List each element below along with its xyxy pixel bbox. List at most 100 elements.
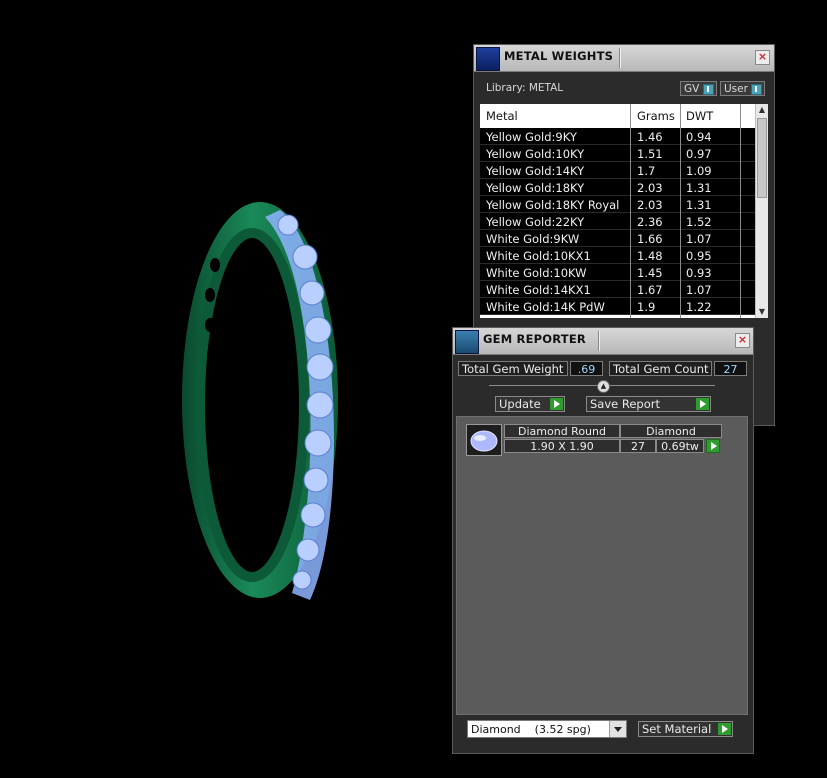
- gv-toggle[interactable]: GV: [680, 81, 717, 96]
- gem-detail-arrow-icon[interactable]: [706, 439, 720, 453]
- ring-model[interactable]: [170, 195, 360, 615]
- save-report-button[interactable]: Save Report: [586, 396, 711, 412]
- title-separator: [619, 48, 621, 68]
- table-header: Metal Grams DWT: [480, 104, 756, 128]
- dwt-cell: 1.07: [686, 283, 712, 297]
- grams-cell: 2.03: [637, 198, 663, 212]
- table-row[interactable]: White Gold:10KX1 1.48 0.95: [480, 247, 756, 264]
- dwt-cell: 1.52: [686, 215, 712, 229]
- total-gem-count-label: Total Gem Count: [609, 361, 712, 376]
- update-button[interactable]: Update: [495, 396, 565, 412]
- metal-cell: Yellow Gold:14KY: [486, 164, 585, 178]
- material-select[interactable]: Diamond (3.52 spg): [467, 720, 627, 738]
- gem-shape-cell: Diamond Round: [504, 424, 620, 438]
- table-row[interactable]: Yellow Gold:22KY 2.36 1.52: [480, 213, 756, 230]
- dwt-cell: 1.09: [686, 164, 712, 178]
- metal-weights-table[interactable]: Metal Grams DWT Yellow Gold:9KY 1.46 0.94 Y…: [480, 104, 768, 318]
- metal-cell: Yellow Gold:22KY: [486, 215, 585, 229]
- dwt-cell: 0.93: [686, 266, 712, 280]
- splitter-knob-icon[interactable]: ▲: [597, 380, 610, 393]
- app-logo-icon: [476, 47, 500, 71]
- set-material-button[interactable]: Set Material: [638, 721, 733, 737]
- grams-cell: 1.7: [637, 164, 656, 178]
- metal-weights-titlebar[interactable]: METAL WEIGHTS ×: [474, 45, 774, 72]
- play-arrow-icon: [718, 723, 731, 735]
- column-divider: [630, 104, 631, 318]
- dwt-cell: 1.31: [686, 198, 712, 212]
- dwt-cell: 1.22: [686, 300, 712, 314]
- table-row[interactable]: Yellow Gold:18KY Royal 2.03 1.31: [480, 196, 756, 213]
- gem-count-cell: 27: [620, 439, 656, 453]
- gem-list-area[interactable]: Diamond Round Diamond 1.90 X 1.90 27 0.6…: [456, 416, 748, 715]
- library-label: Library: METAL: [486, 82, 564, 94]
- gem-material-cell: Diamond: [620, 424, 722, 438]
- gem-reporter-logo-icon: [455, 330, 479, 354]
- table-row[interactable]: Yellow Gold:14KY 1.7 1.09: [480, 162, 756, 179]
- gem-weight-cell: 0.69tw: [656, 439, 704, 453]
- grams-cell: 1.66: [637, 232, 663, 246]
- gem-reporter-titlebar[interactable]: GEM REPORTER ×: [453, 328, 753, 355]
- metal-weights-title: METAL WEIGHTS: [504, 49, 614, 63]
- user-toggle[interactable]: User: [720, 81, 765, 96]
- column-header-grams[interactable]: Grams: [637, 109, 675, 123]
- column-divider: [740, 104, 741, 318]
- title-separator: [598, 331, 600, 351]
- column-header-metal[interactable]: Metal: [486, 109, 518, 123]
- scroll-thumb[interactable]: [757, 118, 767, 198]
- material-select-value: Diamond (3.52 spg): [471, 723, 591, 736]
- play-arrow-icon: [550, 398, 563, 410]
- close-icon[interactable]: ×: [755, 50, 770, 65]
- metal-cell: White Gold:10KX1: [486, 249, 591, 263]
- total-gem-count-value: 27: [714, 361, 747, 376]
- grams-cell: 1.51: [637, 147, 663, 161]
- play-arrow-icon: [696, 398, 709, 410]
- table-row[interactable]: Yellow Gold:18KY 2.03 1.31: [480, 179, 756, 196]
- metal-cell: Yellow Gold:9KY: [486, 130, 577, 144]
- gv-toggle-label: GV: [684, 83, 700, 95]
- save-report-button-label: Save Report: [590, 397, 661, 411]
- gem-round-icon: [466, 424, 502, 456]
- dwt-cell: 1.07: [686, 232, 712, 246]
- dwt-cell: 0.94: [686, 130, 712, 144]
- chevron-down-icon[interactable]: [609, 721, 626, 737]
- scroll-down-icon[interactable]: ▼: [757, 307, 767, 317]
- metal-cell: Yellow Gold:18KY Royal: [486, 198, 620, 212]
- table-row[interactable]: White Gold:14KX1 1.67 1.07: [480, 281, 756, 298]
- grams-cell: 1.46: [637, 130, 663, 144]
- total-gem-weight-label: Total Gem Weight: [458, 361, 568, 376]
- metal-cell: White Gold:14K PdW: [486, 300, 605, 314]
- dwt-cell: 1.31: [686, 181, 712, 195]
- table-body: Yellow Gold:9KY 1.46 0.94 Yellow Gold:10KY 1…: [480, 128, 756, 315]
- gem-size-cell: 1.90 X 1.90: [504, 439, 620, 453]
- grams-cell: 1.67: [637, 283, 663, 297]
- table-scrollbar[interactable]: ▲ ▼: [755, 104, 768, 318]
- metal-cell: White Gold:9KW: [486, 232, 580, 246]
- table-row[interactable]: Yellow Gold:9KY 1.46 0.94: [480, 128, 756, 145]
- grams-cell: 1.45: [637, 266, 663, 280]
- scroll-up-icon[interactable]: ▲: [757, 105, 767, 115]
- dwt-cell: 0.97: [686, 147, 712, 161]
- total-gem-weight-value: .69: [570, 361, 603, 376]
- gem-reporter-panel: GEM REPORTER × Total Gem Weight .69 Tota…: [452, 327, 754, 754]
- gem-reporter-title: GEM REPORTER: [483, 332, 586, 346]
- set-material-button-label: Set Material: [642, 722, 712, 736]
- table-row[interactable]: Yellow Gold:10KY 1.51 0.97: [480, 145, 756, 162]
- grams-cell: 1.9: [637, 300, 656, 314]
- grams-cell: 2.03: [637, 181, 663, 195]
- toggle-indicator-icon: [703, 84, 714, 95]
- column-divider: [680, 104, 681, 318]
- close-icon[interactable]: ×: [735, 333, 750, 348]
- dwt-cell: 0.95: [686, 249, 712, 263]
- update-button-label: Update: [499, 397, 541, 411]
- user-toggle-label: User: [724, 83, 748, 95]
- column-header-dwt[interactable]: DWT: [686, 109, 713, 123]
- metal-cell: Yellow Gold:18KY: [486, 181, 585, 195]
- toggle-indicator-icon: [751, 84, 762, 95]
- grams-cell: 1.48: [637, 249, 663, 263]
- grams-cell: 2.36: [637, 215, 663, 229]
- table-row[interactable]: White Gold:9KW 1.66 1.07: [480, 230, 756, 247]
- table-row[interactable]: White Gold:10KW 1.45 0.93: [480, 264, 756, 281]
- metal-cell: White Gold:14KX1: [486, 283, 591, 297]
- metal-cell: Yellow Gold:10KY: [486, 147, 585, 161]
- table-row[interactable]: White Gold:14K PdW 1.9 1.22: [480, 298, 756, 315]
